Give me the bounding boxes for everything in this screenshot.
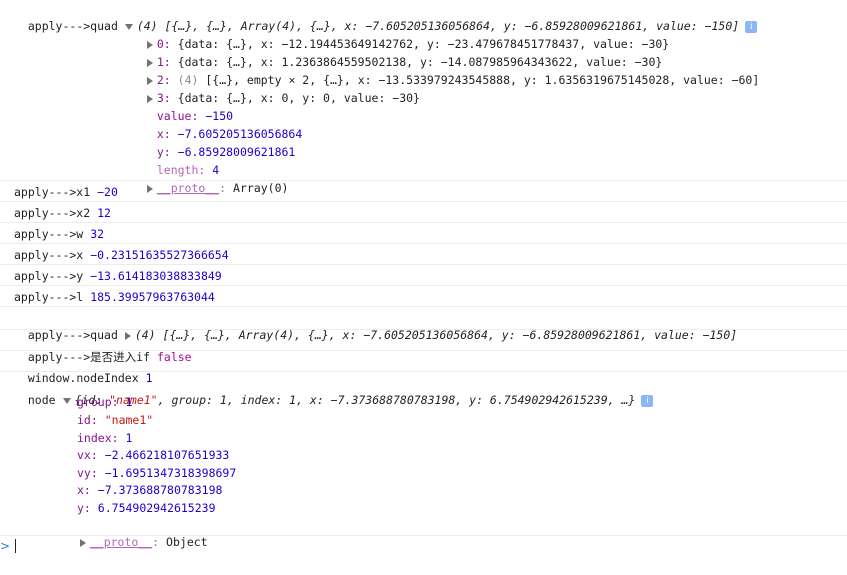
separator: [0, 285, 847, 286]
node-prop-vy: vy: −1.6951347318398697: [77, 466, 237, 480]
log-x2: apply--->x2 12: [14, 206, 111, 220]
separator: [0, 201, 847, 202]
node-prop-y: y: 6.754902942615239: [77, 501, 216, 515]
separator: [0, 350, 847, 351]
log-w: apply--->w 32: [14, 227, 105, 241]
info-icon[interactable]: i: [745, 20, 758, 33]
separator: [0, 243, 847, 244]
separator: [0, 329, 847, 330]
log-x: apply--->x −0.23151635527366654: [14, 248, 229, 262]
console-panel: { "entries": { "quad1": { "label": "appl…: [0, 0, 847, 575]
console-input-caret[interactable]: [15, 539, 16, 553]
separator: [0, 180, 847, 181]
expand-triangle-icon[interactable]: [79, 538, 86, 547]
log-y: apply--->y −13.614183038833849: [14, 269, 222, 283]
node-prop-group: group: 1: [77, 395, 133, 409]
console-prompt-icon: >: [0, 539, 11, 553]
info-icon[interactable]: i: [641, 394, 654, 407]
separator: [0, 306, 847, 307]
collapse-triangle-icon[interactable]: [124, 23, 133, 30]
node-prop-x: x: −7.373688780783198: [77, 483, 223, 497]
expand-triangle-icon[interactable]: [146, 184, 153, 193]
log-l: apply--->l 185.39957963763044: [14, 290, 215, 304]
separator: [0, 371, 847, 372]
node-tree-item-proto[interactable]: __proto__: Object: [66, 518, 208, 550]
separator: [0, 222, 847, 223]
node-prop-vx: vx: −2.466218107651933: [77, 448, 230, 462]
log-x1: apply--->x1 −20: [14, 185, 118, 199]
separator: [0, 535, 847, 536]
collapse-triangle-icon[interactable]: [62, 397, 71, 404]
node-prop-index: index: 1: [77, 431, 133, 445]
separator: [0, 264, 847, 265]
node-prop-id: id: "name1": [77, 413, 154, 427]
